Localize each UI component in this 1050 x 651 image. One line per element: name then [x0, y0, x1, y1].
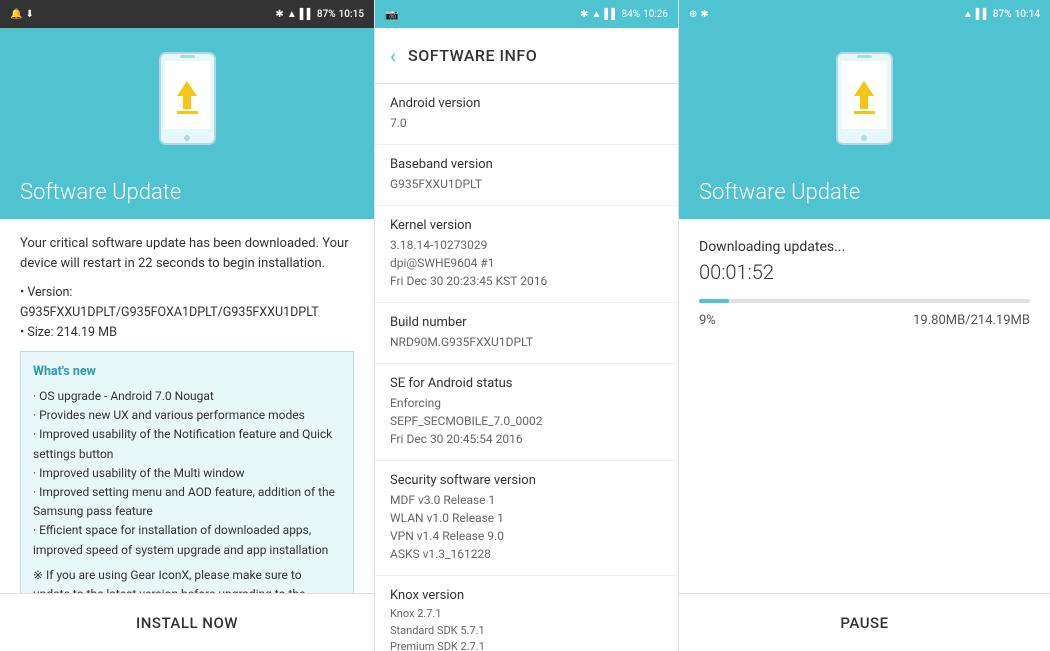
info-item-se: SE for Android status Enforcing SEPF_SEC…: [375, 364, 678, 461]
whats-new-title: What's new: [33, 362, 341, 382]
page-title-left: Software Update: [20, 180, 354, 205]
whats-new-item-1: · Provides new UX and various performanc…: [33, 406, 341, 425]
download-icon: ⬇: [25, 9, 33, 20]
info-item-baseband: Baseband version G935FXXU1DPLT: [375, 145, 678, 206]
progress-bar-container: [699, 299, 1030, 303]
downloading-label: Downloading updates...: [699, 239, 1030, 255]
status-bar-right: ⊕ ✱ ▲ ▌▌ 87% 10:14: [679, 0, 1050, 28]
version-line1: • Version: G935FXXU1DPLT/G935FOXA1DPLT/G…: [20, 283, 354, 323]
knox-value: Knox 2.7.1 Standard SDK 5.7.1 Premium SD…: [390, 606, 663, 651]
info-item-android: Android version 7.0: [375, 84, 678, 145]
right-left-icons: ⊕ ✱: [689, 9, 709, 20]
right-right-icons: ▲ ▌▌ 87% 10:14: [963, 9, 1040, 20]
middle-bt-icon: ✱: [580, 9, 588, 20]
right-clock: 10:14: [1015, 9, 1040, 20]
middle-battery: 84%: [622, 9, 641, 20]
progress-percent: 9%: [699, 313, 716, 328]
left-status-icons: 🔔 ⬇: [10, 9, 34, 20]
kernel-value: 3.18.14-10273029 dpi@SWHE9604 #1 Fri Dec…: [390, 236, 663, 290]
middle-notification-icon: 📷: [385, 8, 399, 21]
time-elapsed: 00:01:52: [699, 260, 1030, 284]
right-bt-icon: ✱: [700, 9, 708, 20]
se-label: SE for Android status: [390, 376, 663, 391]
phone-icon-left: [152, 48, 222, 148]
se-value: Enforcing SEPF_SECMOBILE_7.0_0002 Fri De…: [390, 394, 663, 448]
header-banner-right: [679, 28, 1050, 168]
software-info-header: ‹ SOFTWARE INFO: [375, 28, 678, 84]
info-item-knox: Knox version Knox 2.7.1 Standard SDK 5.7…: [375, 576, 678, 651]
phone-svg-right: [832, 51, 897, 146]
software-info-title: SOFTWARE INFO: [408, 46, 537, 65]
middle-wifi-icon: ▲: [591, 9, 601, 20]
description-text: Your critical software update has been d…: [20, 234, 354, 273]
phone-icon-right: [830, 48, 900, 148]
info-item-security: Security software version MDF v3.0 Relea…: [375, 461, 678, 576]
right-gps-icon: ⊕: [689, 9, 697, 20]
info-item-kernel: Kernel version 3.18.14-10273029 dpi@SWHE…: [375, 206, 678, 303]
knox-label: Knox version: [390, 588, 663, 603]
right-status-icons: ✱ ▲ ▌▌ 87% 10:15: [275, 9, 364, 20]
baseband-label: Baseband version: [390, 157, 663, 172]
middle-left-icons: 📷: [385, 8, 399, 21]
whats-new-item-4: · Improved setting menu and AOD feature,…: [33, 483, 341, 521]
phone-svg-left: [155, 51, 220, 146]
pause-button[interactable]: PAUSE: [679, 593, 1050, 651]
whats-new-note1: ※ If you are using Gear IconX, please ma…: [33, 566, 341, 593]
content-area-left: Your critical software update has been d…: [0, 219, 374, 593]
title-bar-right: Software Update: [679, 168, 1050, 219]
kernel-label: Kernel version: [390, 218, 663, 233]
middle-clock: 10:26: [643, 9, 668, 20]
middle-signal-icon: ▌▌: [604, 9, 618, 20]
android-version-value: 7.0: [390, 114, 663, 132]
version-info: • Version: G935FXXU1DPLT/G935FOXA1DPLT/G…: [20, 283, 354, 343]
info-list: Android version 7.0 Baseband version G93…: [375, 84, 678, 651]
right-battery: 87%: [993, 9, 1012, 20]
whats-new-item-2: · Improved usability of the Notification…: [33, 425, 341, 463]
right-wifi-icon: ▲: [963, 9, 973, 20]
panel-left: 🔔 ⬇ ✱ ▲ ▌▌ 87% 10:15 Software Update: [0, 0, 374, 651]
install-now-button[interactable]: INSTALL NOW: [0, 593, 374, 651]
download-content: Downloading updates... 00:01:52 9% 19.80…: [679, 219, 1050, 424]
status-bar-middle: 📷 ✱ ▲ ▌▌ 84% 10:26: [375, 0, 678, 28]
build-label: Build number: [390, 315, 663, 330]
header-banner-left: [0, 28, 374, 168]
right-signal-icon: ▌▌: [976, 9, 990, 20]
progress-bar-fill: [699, 299, 729, 303]
signal-icon: ▌▌: [300, 9, 314, 20]
back-button[interactable]: ‹: [390, 44, 396, 68]
android-version-label: Android version: [390, 96, 663, 111]
build-value: NRD90M.G935FXXU1DPLT: [390, 333, 663, 351]
panel-right: ⊕ ✱ ▲ ▌▌ 87% 10:14 Software Update: [679, 0, 1050, 651]
battery-left: 87%: [317, 9, 336, 20]
title-bar-left: Software Update: [0, 168, 374, 219]
wifi-icon: ▲: [287, 9, 297, 20]
security-value: MDF v3.0 Release 1 WLAN v1.0 Release 1 V…: [390, 491, 663, 563]
baseband-value: G935FXXU1DPLT: [390, 175, 663, 193]
whats-new-item-3: · Improved usability of the Multi window: [33, 464, 341, 483]
version-line2: • Size: 214.19 MB: [20, 323, 354, 343]
whats-new-box: What's new · OS upgrade - Android 7.0 No…: [20, 351, 354, 593]
security-label: Security software version: [390, 473, 663, 488]
progress-stats: 9% 19.80MB/214.19MB: [699, 313, 1030, 328]
middle-right-icons: ✱ ▲ ▌▌ 84% 10:26: [580, 9, 668, 20]
bluetooth-icon: ✱: [275, 9, 283, 20]
progress-size: 19.80MB/214.19MB: [913, 313, 1030, 328]
whats-new-item-0: · OS upgrade - Android 7.0 Nougat: [33, 387, 341, 406]
info-item-build: Build number NRD90M.G935FXXU1DPLT: [375, 303, 678, 364]
panel-middle: 📷 ✱ ▲ ▌▌ 84% 10:26 ‹ SOFTWARE INFO Andro…: [374, 0, 679, 651]
whats-new-item-5: · Efficient space for installation of do…: [33, 521, 341, 559]
page-title-right: Software Update: [699, 180, 1030, 205]
clock-left: 10:15: [339, 9, 364, 20]
status-bar-left: 🔔 ⬇ ✱ ▲ ▌▌ 87% 10:15: [0, 0, 374, 28]
notification-icon: 🔔: [10, 9, 22, 20]
